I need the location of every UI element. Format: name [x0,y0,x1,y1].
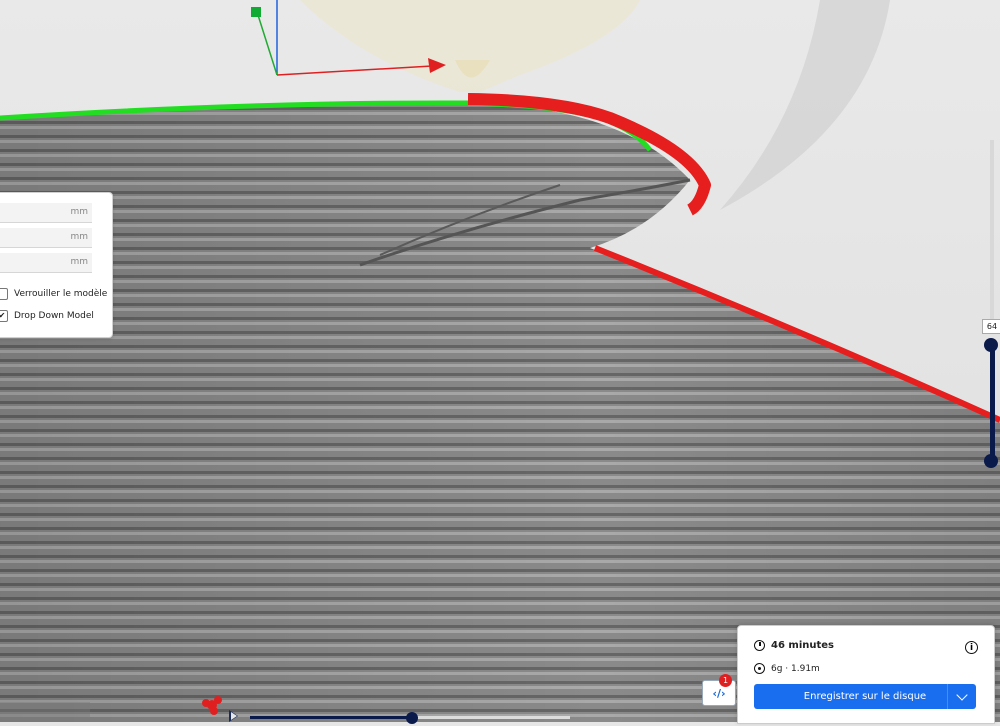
lock-model-checkbox[interactable]: Verrouiller le modèle [0,288,107,300]
y-position-field[interactable]: 0 mm [0,228,92,248]
print-time-row: 46 minutes [754,640,834,651]
y-axis-handle[interactable] [251,7,261,17]
lock-model-label: Verrouiller le modèle [14,289,108,299]
spool-icon [754,663,765,674]
x-unit: mm [70,207,88,217]
clock-icon [754,640,765,651]
lock-model-box[interactable] [0,288,8,300]
drop-down-check-icon[interactable]: ✔ [0,310,8,322]
material-row: 6g · 1.91m [754,663,820,674]
z-position-field[interactable]: 0 mm [0,253,92,273]
drop-down-label: Drop Down Model [14,311,94,321]
layer-slider-lower-handle[interactable] [984,454,998,468]
simulation-slider-handle[interactable] [406,712,418,724]
code-icon: ‹/› [712,686,726,700]
play-icon[interactable] [229,710,238,722]
save-label: Enregistrer sur le disque [803,691,927,702]
chevron-down-icon[interactable] [947,684,976,709]
layer-slider-track[interactable] [990,140,994,322]
z-unit: mm [70,257,88,267]
move-tool-panel: 0 mm 0 mm 0 mm Verrouiller le modèle ✔ D… [0,192,113,338]
x-position-field[interactable]: 0 mm [0,203,92,223]
print-info-panel: 46 minutes i 6g · 1.91m Enregistrer sur … [737,625,995,724]
notification-badge: 1 [719,674,732,687]
simulation-slider-progress [250,716,412,719]
material-usage: 6g · 1.91m [771,663,820,674]
save-to-disk-button[interactable]: Enregistrer sur le disque [754,684,976,709]
layer-number-label[interactable]: 64 [982,319,1000,334]
info-icon[interactable]: i [965,641,978,654]
print-time: 46 minutes [771,640,834,651]
layer-slider-upper-handle[interactable] [984,338,998,352]
y-unit: mm [70,232,88,242]
drop-down-model-checkbox[interactable]: ✔ Drop Down Model [0,310,94,322]
3d-viewport[interactable] [0,0,1000,722]
layer-view-render [0,0,1000,722]
layer-slider-range[interactable] [990,344,995,462]
